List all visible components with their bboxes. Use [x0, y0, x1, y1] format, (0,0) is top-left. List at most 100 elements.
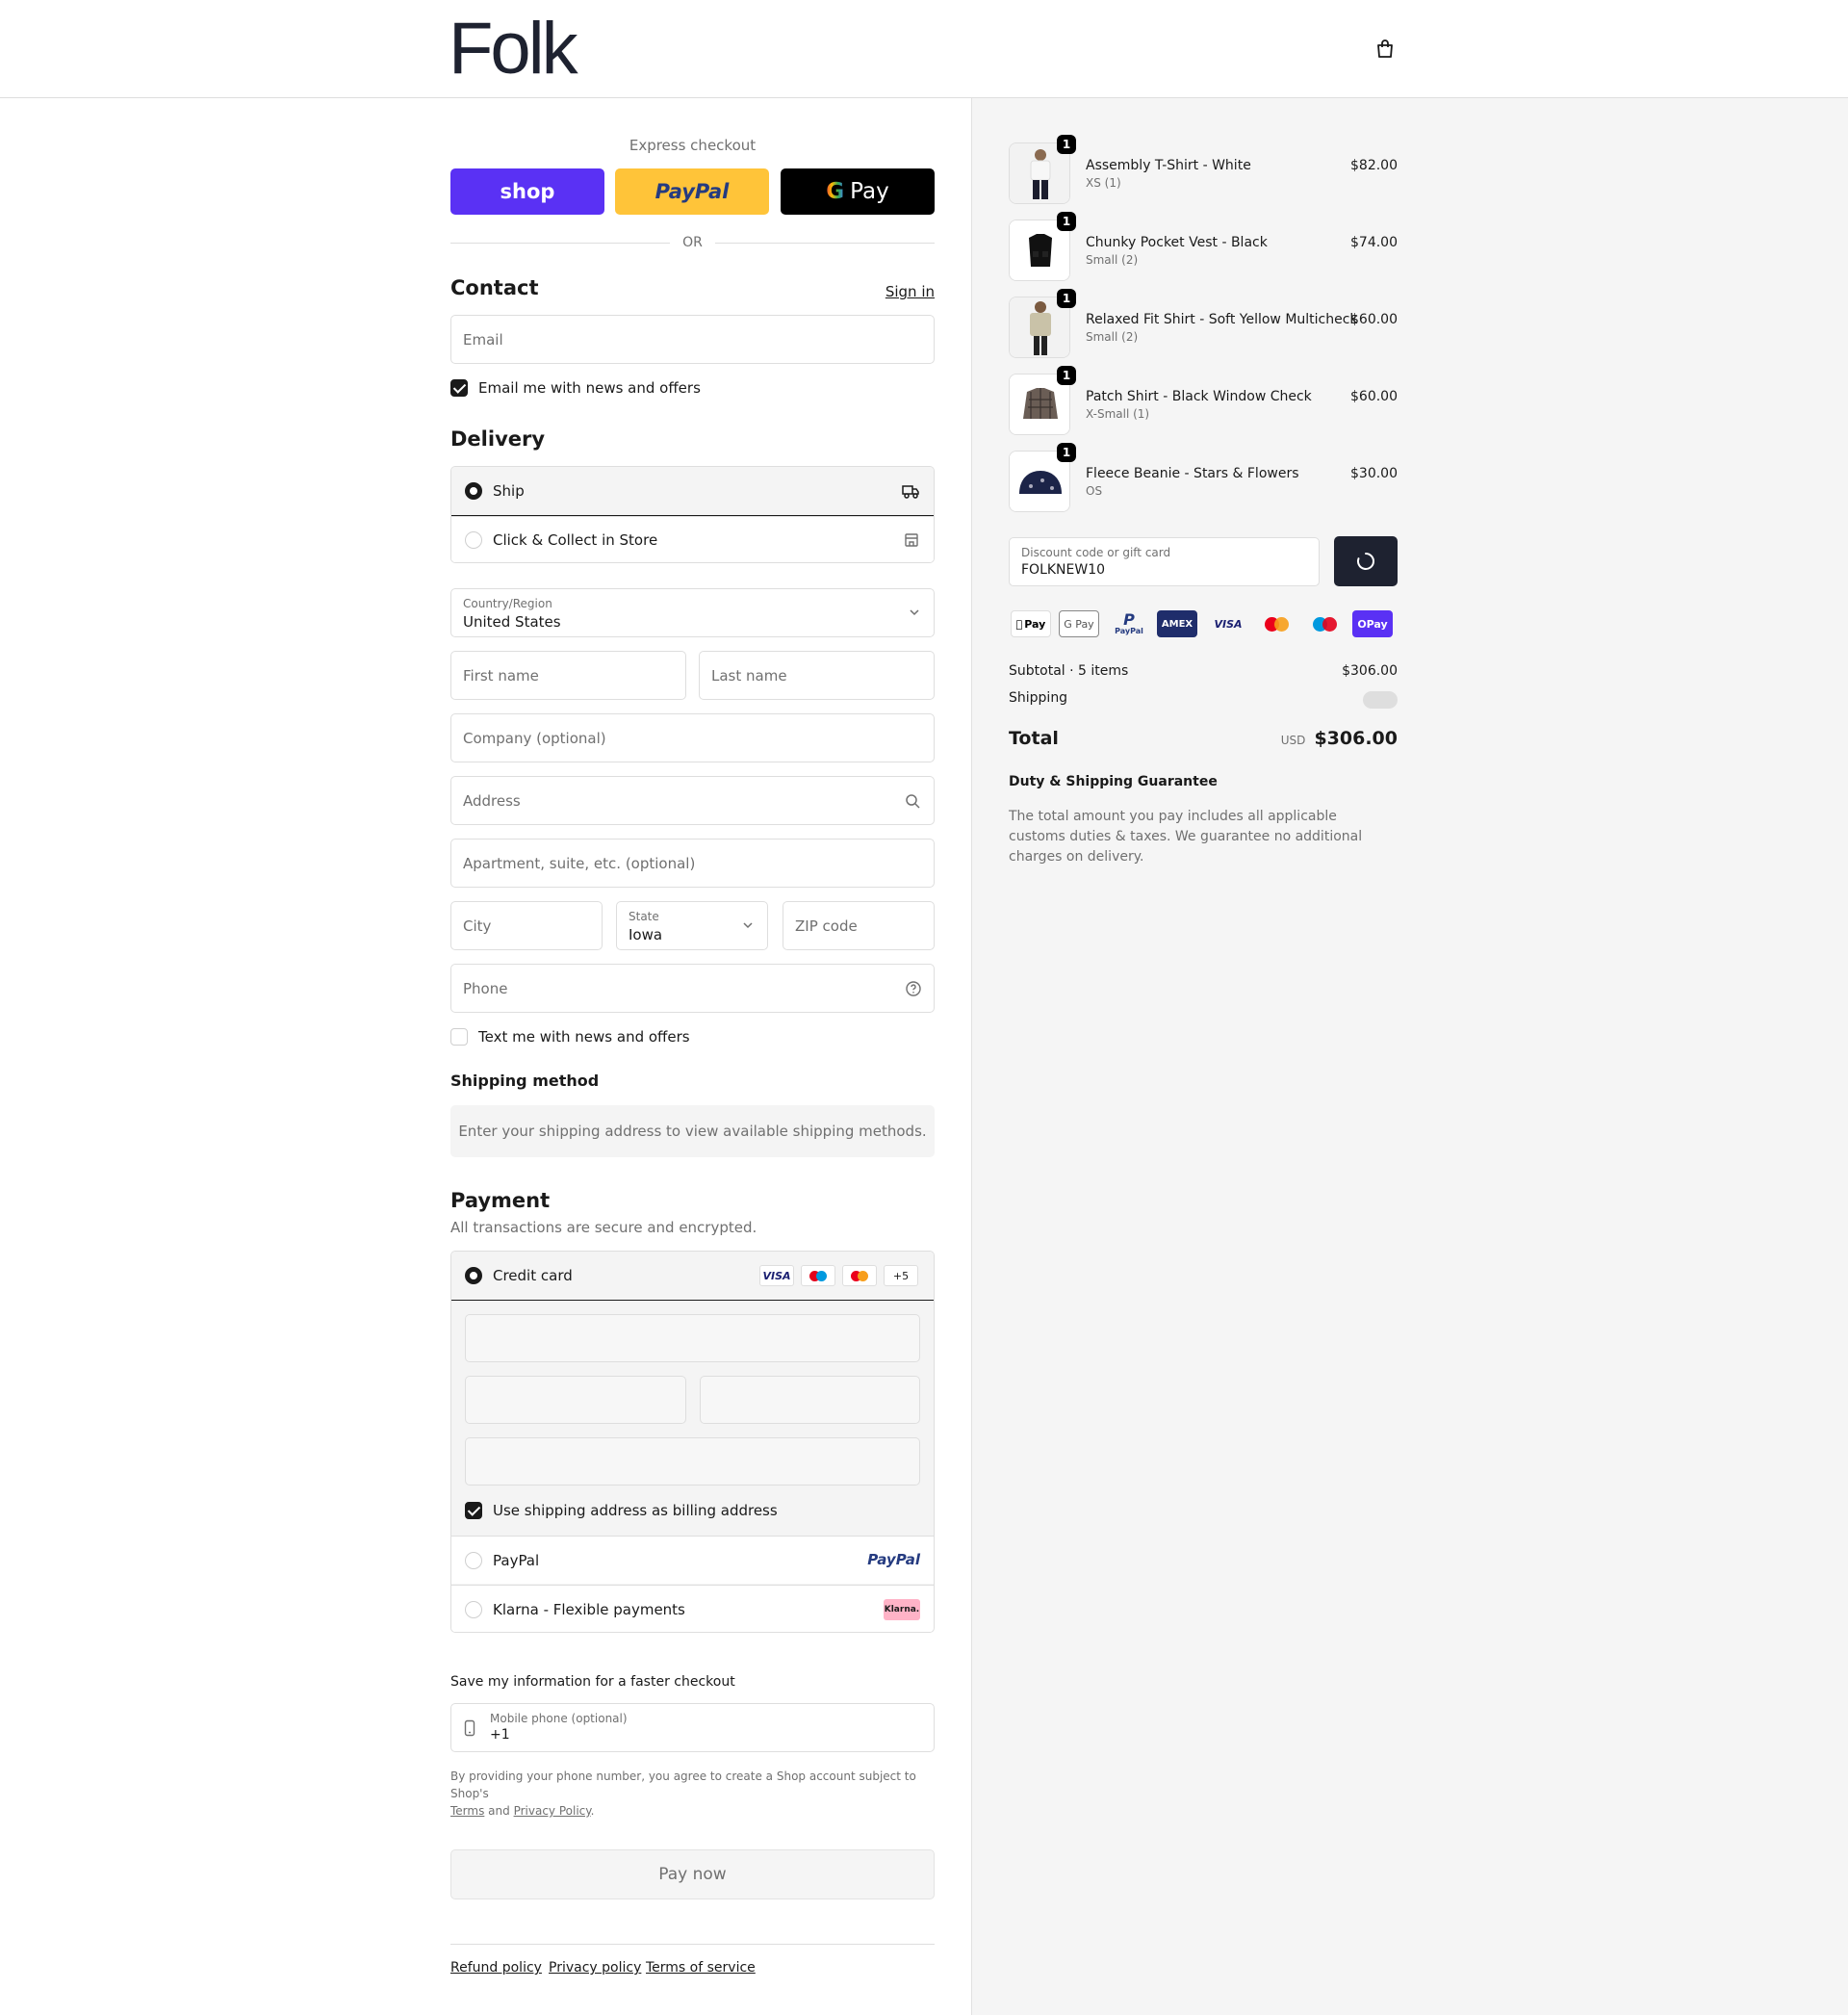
state-select[interactable]: State Iowa — [616, 901, 768, 950]
shop-pay-icon: OPay — [1352, 610, 1393, 637]
payment-options: Credit card VISA +5 Use shipping address… — [450, 1251, 935, 1633]
paypal-logo: PayPal — [867, 1551, 920, 1568]
or-divider: OR — [450, 233, 935, 252]
delivery-options: Ship Click & Collect in Store — [450, 466, 935, 563]
cart-item: 1 Assembly T-Shirt - White XS (1) $82.00 — [1009, 135, 1398, 204]
guarantee-title: Duty & Shipping Guarantee — [1009, 774, 1218, 789]
pay-now-button[interactable]: Pay now — [450, 1849, 935, 1899]
text-news-checkbox[interactable] — [450, 1028, 468, 1046]
shop-terms-link[interactable]: Terms — [450, 1804, 484, 1818]
chevron-down-icon — [743, 922, 753, 929]
more-cards-badge: +5 — [884, 1265, 918, 1286]
item-name: Relaxed Fit Shirt - Soft Yellow Multiche… — [1086, 312, 1358, 327]
terms-of-service-link[interactable]: Terms of service — [646, 1960, 756, 1976]
contact-heading: Contact — [450, 276, 539, 299]
shop-legal-text: By providing your phone number, you agre… — [450, 1770, 916, 1818]
ship-radio[interactable] — [465, 482, 482, 500]
refund-policy-link[interactable]: Refund policy — [450, 1960, 542, 1976]
phone-field[interactable]: Phone — [450, 964, 935, 1013]
shipping-method-info: Enter your shipping address to view avai… — [450, 1105, 935, 1157]
credit-card-option[interactable]: Credit card VISA +5 — [451, 1252, 934, 1301]
amex-icon: AMEX — [1157, 610, 1197, 637]
save-info-heading: Save my information for a faster checkou… — [450, 1674, 735, 1690]
mastercard-icon — [1256, 610, 1296, 637]
cart-item: 1 Fleece Beanie - Stars & Flowers OS $30… — [1009, 443, 1398, 512]
card-name-field[interactable] — [465, 1437, 920, 1485]
help-circle-icon[interactable] — [905, 980, 922, 997]
last-name-field[interactable]: Last name — [699, 651, 935, 700]
header: Folk — [0, 0, 1848, 98]
klarna-radio[interactable] — [465, 1601, 482, 1618]
company-field[interactable]: Company (optional) — [450, 713, 935, 762]
discount-code-field[interactable]: Discount code or gift card FOLKNEW10 — [1009, 537, 1320, 586]
mobile-phone-field[interactable]: Mobile phone (optional) +1 — [450, 1703, 935, 1752]
cart-item: 1 Patch Shirt - Black Window Check X-Sma… — [1009, 366, 1398, 435]
express-checkout-title: Express checkout — [629, 137, 757, 154]
card-number-field[interactable] — [465, 1314, 920, 1362]
item-price: $60.00 — [1350, 312, 1398, 327]
city-field[interactable]: City — [450, 901, 603, 950]
email-news-checkbox[interactable] — [450, 379, 468, 397]
subtotal-value: $306.00 — [1342, 663, 1398, 679]
sign-in-link[interactable]: Sign in — [886, 283, 935, 300]
quantity-badge: 1 — [1057, 443, 1076, 462]
visa-icon: VISA — [759, 1265, 794, 1286]
paypal-option[interactable]: PayPal PayPal — [451, 1536, 934, 1584]
store-logo[interactable]: Folk — [449, 10, 578, 89]
item-variant: Small (2) — [1086, 330, 1139, 344]
maestro-icon — [801, 1265, 835, 1286]
shop-pay-button[interactable]: shop — [450, 168, 604, 215]
item-name: Assembly T-Shirt - White — [1086, 158, 1251, 173]
visa-icon: VISA — [1214, 617, 1243, 631]
delivery-ship-option[interactable]: Ship — [451, 467, 934, 516]
shop-privacy-link[interactable]: Privacy Policy — [514, 1804, 591, 1818]
shipping-label: Shipping — [1009, 690, 1068, 706]
address-field[interactable]: Address — [450, 776, 935, 825]
paypal-express-button[interactable]: PayPal — [615, 168, 769, 215]
apartment-field[interactable]: Apartment, suite, etc. (optional) — [450, 839, 935, 888]
item-variant: XS (1) — [1086, 176, 1121, 190]
item-name: Patch Shirt - Black Window Check — [1086, 389, 1312, 404]
truck-icon — [902, 485, 919, 499]
shipping-value-placeholder — [1363, 691, 1398, 709]
currency-code: USD — [1280, 734, 1306, 747]
delivery-heading: Delivery — [450, 427, 546, 451]
klarna-option[interactable]: Klarna - Flexible payments Klarna. — [451, 1585, 934, 1632]
shopping-bag-icon[interactable] — [1374, 39, 1396, 60]
billing-address-checkbox[interactable] — [465, 1502, 482, 1519]
card-expiry-field[interactable] — [465, 1376, 686, 1424]
store-icon — [905, 533, 918, 547]
google-pay-button[interactable]: G Pay — [781, 168, 935, 215]
google-pay-icon: G Pay — [1059, 610, 1099, 637]
paypal-radio[interactable] — [465, 1552, 482, 1569]
quantity-badge: 1 — [1057, 212, 1076, 231]
text-news-label: Text me with news and offers — [478, 1028, 690, 1046]
zip-field[interactable]: ZIP code — [783, 901, 935, 950]
mastercard-icon — [842, 1265, 877, 1286]
item-price: $74.00 — [1350, 235, 1398, 250]
chevron-down-icon — [910, 609, 919, 616]
cart-item: 1 Chunky Pocket Vest - Black Small (2) $… — [1009, 212, 1398, 281]
item-variant: OS — [1086, 484, 1103, 498]
pickup-radio[interactable] — [465, 531, 482, 549]
country-select[interactable]: Country/Region United States — [450, 588, 935, 637]
google-g-icon: G — [826, 179, 845, 204]
quantity-badge: 1 — [1057, 366, 1076, 385]
footer-links: Refund policy Privacy policy Terms of se… — [450, 1944, 935, 2002]
klarna-logo: Klarna. — [884, 1599, 920, 1620]
delivery-pickup-option[interactable]: Click & Collect in Store — [451, 516, 934, 562]
email-field[interactable]: Email — [450, 315, 935, 364]
card-cvv-field[interactable] — [700, 1376, 920, 1424]
first-name-field[interactable]: First name — [450, 651, 686, 700]
total-value-group: USD $306.00 — [1281, 728, 1398, 749]
privacy-policy-link[interactable]: Privacy policy — [549, 1960, 641, 1976]
credit-card-radio[interactable] — [465, 1267, 482, 1284]
quantity-badge: 1 — [1057, 135, 1076, 154]
guarantee-text: The total amount you pay includes all ap… — [1009, 809, 1363, 865]
item-name: Fleece Beanie - Stars & Flowers — [1086, 466, 1299, 481]
item-price: $60.00 — [1350, 389, 1398, 404]
shipping-method-heading: Shipping method — [450, 1072, 600, 1090]
payment-subtitle: All transactions are secure and encrypte… — [450, 1219, 757, 1236]
apply-discount-button[interactable] — [1334, 536, 1398, 586]
maestro-icon — [1304, 610, 1345, 637]
